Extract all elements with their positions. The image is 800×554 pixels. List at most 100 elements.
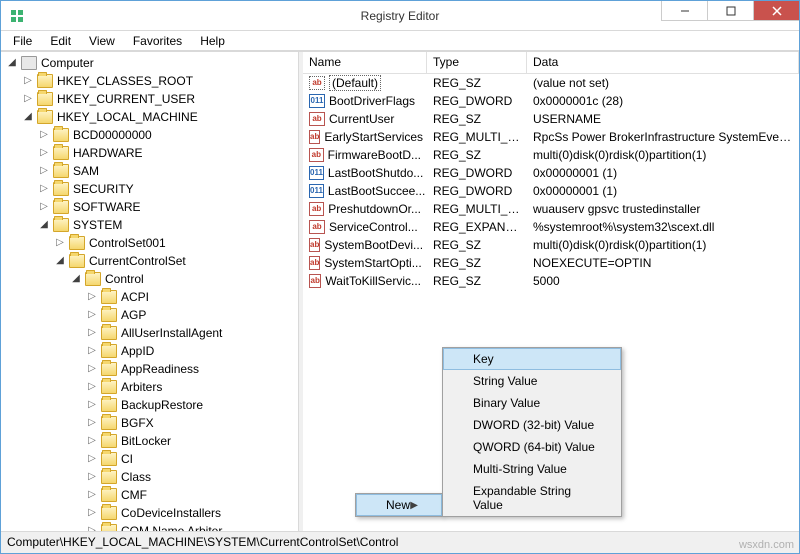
tree-key[interactable]: ▷CI: [85, 450, 298, 468]
content-panes: ◢ Computer ▷HKEY_CLASSES_ROOT ▷HKEY_CURR…: [1, 51, 799, 531]
expander-icon[interactable]: ▷: [37, 164, 51, 178]
folder-icon: [37, 74, 53, 88]
value-row[interactable]: abPreshutdownOr...REG_MULTI_SZwuauserv g…: [303, 200, 799, 218]
expander-icon[interactable]: ◢: [69, 272, 83, 286]
value-row[interactable]: abSystemStartOpti...REG_SZ NOEXECUTE=OPT…: [303, 254, 799, 272]
context-item-qword[interactable]: QWORD (64-bit) Value: [443, 436, 621, 458]
context-item-string[interactable]: String Value: [443, 370, 621, 392]
tree-label: BGFX: [121, 414, 154, 432]
expander-icon[interactable]: ▷: [21, 92, 35, 106]
column-header-type[interactable]: Type: [427, 52, 527, 73]
tree-key[interactable]: ▷ ACPI: [85, 288, 298, 306]
expander-icon[interactable]: ▷: [21, 74, 35, 88]
tree-label: Arbiters: [121, 378, 162, 396]
value-row[interactable]: ab(Default)REG_SZ(value not set): [303, 74, 799, 92]
expander-icon[interactable]: ▷: [37, 146, 51, 160]
value-row[interactable]: abFirmwareBootD...REG_SZmulti(0)disk(0)r…: [303, 146, 799, 164]
expander-icon[interactable]: ◢: [21, 110, 35, 124]
tree-key[interactable]: ▷BackupRestore: [85, 396, 298, 414]
folder-icon: [37, 110, 53, 124]
expander-icon[interactable]: ◢: [53, 254, 67, 268]
tree-key[interactable]: ▷ControlSet001: [53, 234, 298, 252]
context-item-binary[interactable]: Binary Value: [443, 392, 621, 414]
folder-icon: [101, 524, 117, 531]
tree-key[interactable]: ▷SOFTWARE: [37, 198, 298, 216]
close-button[interactable]: [753, 1, 799, 21]
expander-icon[interactable]: ▷: [37, 128, 51, 142]
tree-label: ACPI: [121, 288, 149, 306]
column-header-name[interactable]: Name: [303, 52, 427, 73]
tree-key[interactable]: ▷AllUserInstallAgent: [85, 324, 298, 342]
tree-hive-hkcu[interactable]: ▷HKEY_CURRENT_USER: [21, 90, 298, 108]
tree-key[interactable]: ▷AppReadiness: [85, 360, 298, 378]
context-item-multi[interactable]: Multi-String Value: [443, 458, 621, 480]
context-item-new[interactable]: New ▶: [356, 494, 442, 516]
value-row[interactable]: 011BootDriverFlagsREG_DWORD0x0000001c (2…: [303, 92, 799, 110]
expander-icon[interactable]: ▷: [85, 290, 99, 304]
tree-key-ccs[interactable]: ◢CurrentControlSet: [53, 252, 298, 270]
value-row[interactable]: 011LastBootShutdo...REG_DWORD0x00000001 …: [303, 164, 799, 182]
tree-key[interactable]: ▷BitLocker: [85, 432, 298, 450]
tree-key[interactable]: ▷HARDWARE: [37, 144, 298, 162]
tree-key[interactable]: ▷Class: [85, 468, 298, 486]
expander-icon[interactable]: ▷: [85, 488, 99, 502]
tree-key[interactable]: ▷BCD00000000: [37, 126, 298, 144]
tree-key[interactable]: ▷SECURITY: [37, 180, 298, 198]
tree-key-control[interactable]: ◢Control: [69, 270, 298, 288]
column-header-data[interactable]: Data: [527, 52, 799, 73]
expander-icon[interactable]: ▷: [85, 452, 99, 466]
menu-view[interactable]: View: [81, 32, 123, 50]
expander-icon[interactable]: ▷: [85, 362, 99, 376]
menu-help[interactable]: Help: [192, 32, 233, 50]
expander-icon[interactable]: ▷: [85, 524, 99, 531]
expander-icon[interactable]: ▷: [85, 506, 99, 520]
value-row[interactable]: 011LastBootSuccee...REG_DWORD0x00000001 …: [303, 182, 799, 200]
value-data: multi(0)disk(0)rdisk(0)partition(1): [527, 238, 799, 252]
value-row[interactable]: abCurrentUserREG_SZUSERNAME: [303, 110, 799, 128]
expander-icon[interactable]: ◢: [5, 56, 19, 70]
tree-key[interactable]: ▷COM Name Arbiter: [85, 522, 298, 531]
expander-icon[interactable]: ◢: [37, 218, 51, 232]
context-item-expand[interactable]: Expandable String Value: [443, 480, 621, 516]
expander-icon[interactable]: ▷: [85, 326, 99, 340]
expander-icon[interactable]: ▷: [85, 398, 99, 412]
maximize-button[interactable]: [707, 1, 753, 21]
expander-icon[interactable]: ▷: [85, 308, 99, 322]
tree-root[interactable]: ◢ Computer: [5, 54, 298, 72]
context-item-key[interactable]: Key: [443, 348, 621, 370]
context-item-dword[interactable]: DWORD (32-bit) Value: [443, 414, 621, 436]
tree-key[interactable]: ▷SAM: [37, 162, 298, 180]
value-row[interactable]: abSystemBootDevi...REG_SZmulti(0)disk(0)…: [303, 236, 799, 254]
value-row[interactable]: abServiceControl...REG_EXPAND_SZ%systemr…: [303, 218, 799, 236]
value-row[interactable]: abWaitToKillServic...REG_SZ5000: [303, 272, 799, 290]
expander-icon[interactable]: ▷: [85, 416, 99, 430]
tree-key-system[interactable]: ◢SYSTEM: [37, 216, 298, 234]
value-type: REG_SZ: [427, 238, 527, 252]
folder-icon: [101, 290, 117, 304]
menu-file[interactable]: File: [5, 32, 40, 50]
tree-key[interactable]: ▷CMF: [85, 486, 298, 504]
tree-hive-hkcr[interactable]: ▷HKEY_CLASSES_ROOT: [21, 72, 298, 90]
tree-key[interactable]: ▷ BGFX: [85, 414, 298, 432]
tree-key[interactable]: ▷ Arbiters: [85, 378, 298, 396]
expander-icon[interactable]: ▷: [85, 380, 99, 394]
expander-icon[interactable]: ▷: [53, 236, 67, 250]
tree-hive-hklm[interactable]: ◢HKEY_LOCAL_MACHINE: [21, 108, 298, 126]
folder-icon: [101, 380, 117, 394]
expander-icon[interactable]: ▷: [37, 200, 51, 214]
value-row[interactable]: abEarlyStartServicesREG_MULTI_SZRpcSs Po…: [303, 128, 799, 146]
expander-icon[interactable]: ▷: [85, 470, 99, 484]
menu-favorites[interactable]: Favorites: [125, 32, 190, 50]
minimize-button[interactable]: [661, 1, 707, 21]
value-name: SystemStartOpti...: [324, 256, 421, 270]
menu-edit[interactable]: Edit: [42, 32, 79, 50]
tree-pane[interactable]: ◢ Computer ▷HKEY_CLASSES_ROOT ▷HKEY_CURR…: [1, 52, 299, 531]
expander-icon[interactable]: ▷: [37, 182, 51, 196]
expander-icon[interactable]: ▷: [85, 434, 99, 448]
tree-key[interactable]: ▷AppID: [85, 342, 298, 360]
value-data: USERNAME: [527, 112, 799, 126]
expander-icon[interactable]: ▷: [85, 344, 99, 358]
value-name: (Default): [329, 75, 381, 91]
tree-key[interactable]: ▷AGP: [85, 306, 298, 324]
tree-key[interactable]: ▷CoDeviceInstallers: [85, 504, 298, 522]
